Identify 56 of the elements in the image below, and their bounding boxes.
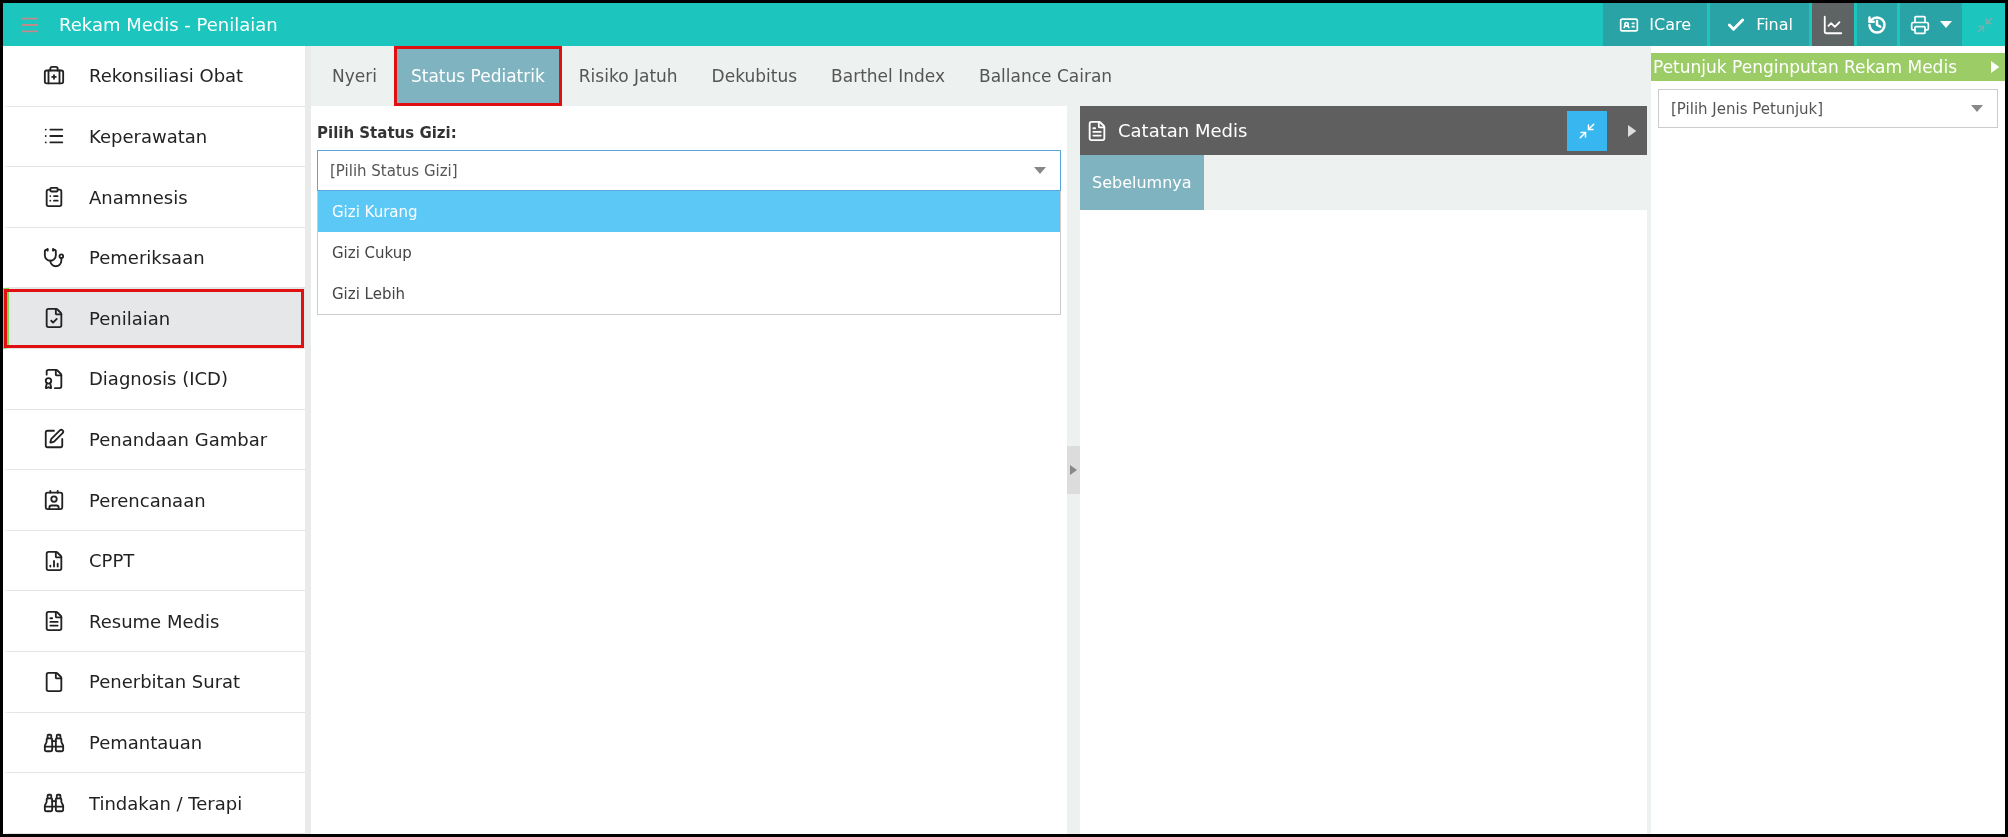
chart-button[interactable] xyxy=(1812,3,1854,46)
right-triangle-icon xyxy=(1627,124,1637,137)
history-icon xyxy=(1867,14,1887,35)
stethoscope-icon xyxy=(43,246,65,269)
panel-title: Catatan Medis xyxy=(1118,120,1249,141)
window-title: Rekam Medis - Penilaian xyxy=(59,14,278,35)
compress-button[interactable] xyxy=(1567,110,1607,151)
sidebar-item-label: Penerbitan Surat xyxy=(89,671,241,693)
line-chart-icon xyxy=(1822,13,1844,36)
sidebar-item-label: Penandaan Gambar xyxy=(89,428,268,450)
pencil-square-icon xyxy=(43,428,65,451)
caret-icon xyxy=(1034,167,1046,174)
tab[interactable]: Ballance Cairan xyxy=(962,46,1130,106)
document-icon xyxy=(1086,119,1108,142)
document-badge-icon xyxy=(43,367,65,390)
panel-title: Petunjuk Penginputan Rekam Medis xyxy=(1653,57,1957,77)
select-field[interactable]: [Pilih Jenis Petunjuk] xyxy=(1658,89,1998,128)
sidebar-item-label: Pemeriksaan xyxy=(89,247,205,269)
history-button[interactable] xyxy=(1857,3,1897,46)
sidebar-item-label: Resume Medis xyxy=(89,610,220,632)
medical-kit-icon xyxy=(43,64,65,87)
contact-card-icon xyxy=(43,489,65,512)
caret-icon xyxy=(1940,21,1952,28)
tab[interactable]: Risiko Jatuh xyxy=(561,46,695,106)
sidebar-item-label: Keperawatan xyxy=(89,125,208,147)
sidebar-item[interactable]: Penilaian xyxy=(3,288,305,350)
caret-icon xyxy=(1971,105,1983,112)
file-icon xyxy=(43,670,65,693)
binoculars-icon xyxy=(43,792,65,815)
clipboard-icon xyxy=(43,186,65,208)
sidebar-item-label: Diagnosis (ICD) xyxy=(89,368,228,390)
collapse-handle[interactable] xyxy=(1067,446,1080,494)
tab[interactable]: Nyeri xyxy=(315,46,394,106)
sidebar-item-label: Pemantauan xyxy=(89,732,203,753)
tab[interactable]: Dekubitus xyxy=(694,46,815,106)
tab[interactable]: Barthel Index xyxy=(814,46,962,106)
select-field[interactable]: [Pilih Status Gizi] xyxy=(317,150,1061,191)
collapse-icon xyxy=(1578,121,1596,140)
document-check-icon xyxy=(43,307,65,330)
sidebar-item-label: CPPT xyxy=(89,550,135,572)
document-icon xyxy=(43,610,65,633)
print-button[interactable] xyxy=(1900,3,1962,46)
select-placeholder: [Pilih Jenis Petunjuk] xyxy=(1671,99,1824,118)
select-placeholder: [Pilih Status Gizi] xyxy=(330,161,458,180)
sidebar-item-label: Rekonsiliasi Obat xyxy=(89,65,244,87)
right-triangle-icon xyxy=(1070,465,1077,475)
printer-icon xyxy=(1910,14,1930,35)
collapse-icon xyxy=(1976,15,1994,34)
sidebar-item-label: Perencanaan xyxy=(89,489,206,511)
right-triangle-icon xyxy=(1990,61,1999,73)
sidebar-item-label: Tindakan / Terapi xyxy=(89,792,243,814)
chart-document-icon xyxy=(43,549,65,572)
field-label: Pilih Status Gizi: xyxy=(317,124,458,142)
binoculars-icon xyxy=(43,731,65,754)
sidebar-item-label: Anamnesis xyxy=(89,186,188,208)
sidebar-item-label: Penilaian xyxy=(89,307,171,329)
